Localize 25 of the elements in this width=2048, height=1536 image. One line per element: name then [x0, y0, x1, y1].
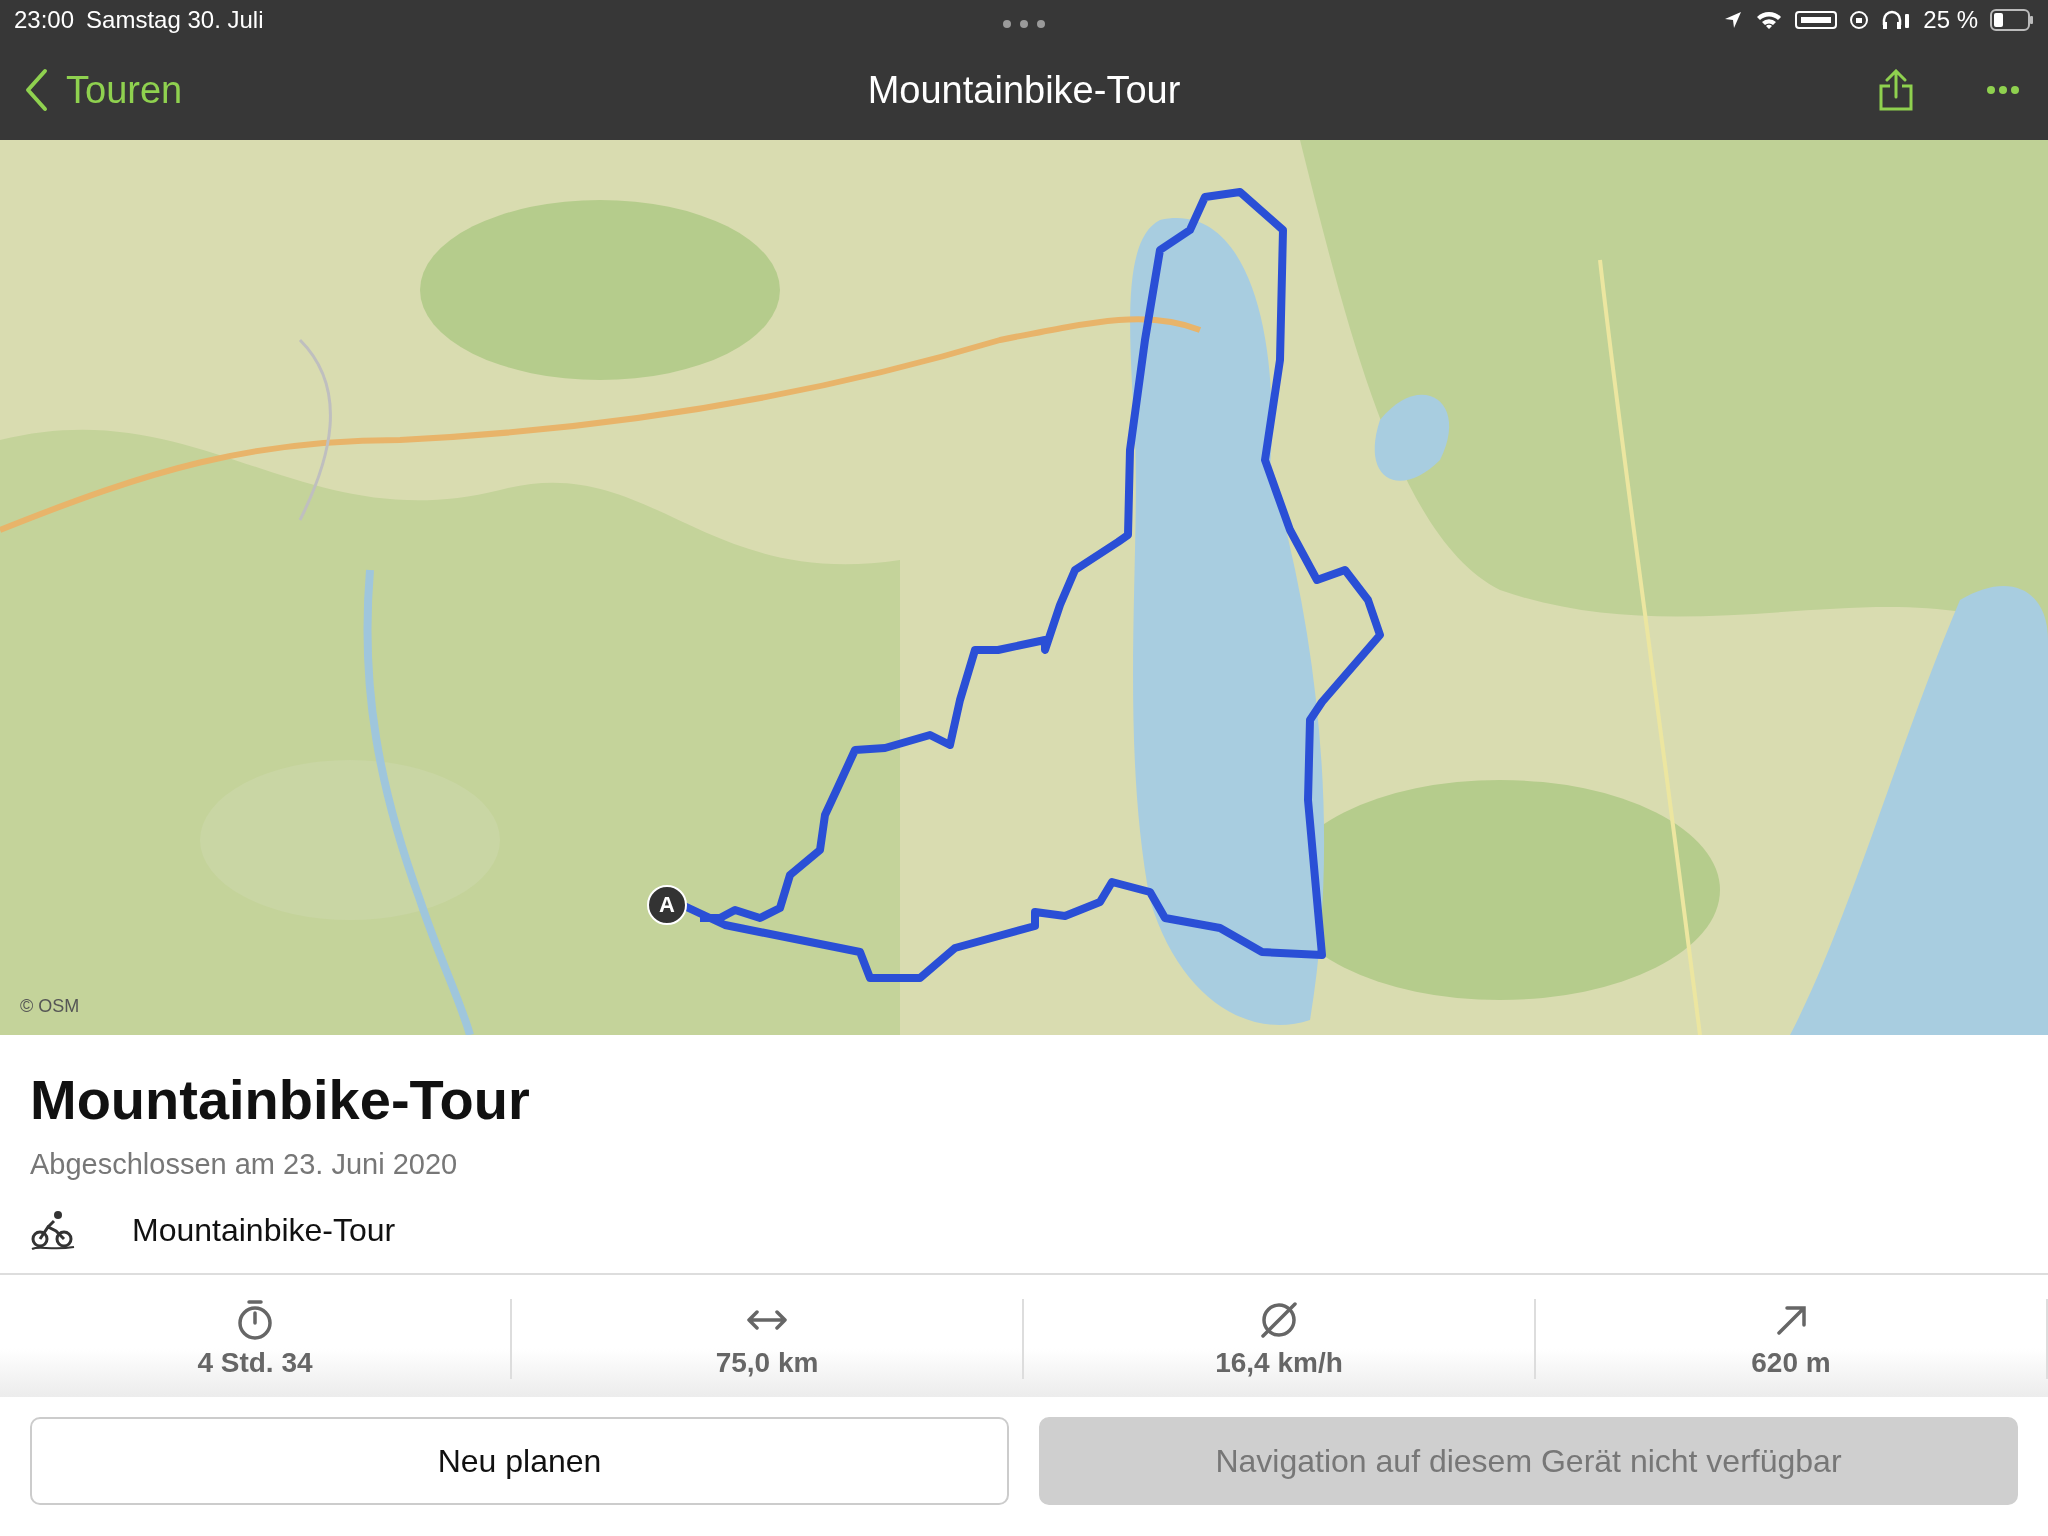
wifi-icon: [1755, 10, 1784, 30]
tour-title: Mountainbike-Tour: [30, 1067, 531, 1132]
bicycle-icon: [30, 1209, 76, 1251]
screen-title: Mountainbike-Tour: [867, 68, 1181, 112]
tour-date: Abgeschlossen am 23. Juni 2020: [30, 1148, 459, 1181]
stat-value: 16,4 km/h: [1215, 1347, 1343, 1379]
battery-icon: [1990, 9, 2034, 31]
average-icon: [1258, 1299, 1300, 1341]
chevron-left-icon: [24, 68, 48, 112]
multitask-icon[interactable]: [1002, 19, 1046, 29]
status-time: 23:00: [14, 6, 75, 34]
location-icon: [1723, 10, 1744, 30]
status-date: Samstag 30. Juli: [86, 6, 264, 34]
back-button[interactable]: Touren: [24, 68, 183, 112]
sport-type: Mountainbike-Tour: [132, 1211, 396, 1249]
stopwatch-icon: [235, 1299, 275, 1341]
action-button[interactable]: Neu planen: [30, 1417, 1009, 1505]
stat-value: 4 Std. 34: [197, 1347, 313, 1379]
map-attribution: © OSM: [20, 996, 80, 1017]
stat-value: 620 m: [1751, 1347, 1831, 1379]
battery-percent: 25 %: [1923, 6, 1978, 34]
more-icon[interactable]: [1986, 85, 2020, 95]
headphones-icon: [1881, 10, 1912, 30]
share-icon[interactable]: [1878, 69, 1914, 111]
stat-value: 75,0 km: [715, 1347, 819, 1379]
